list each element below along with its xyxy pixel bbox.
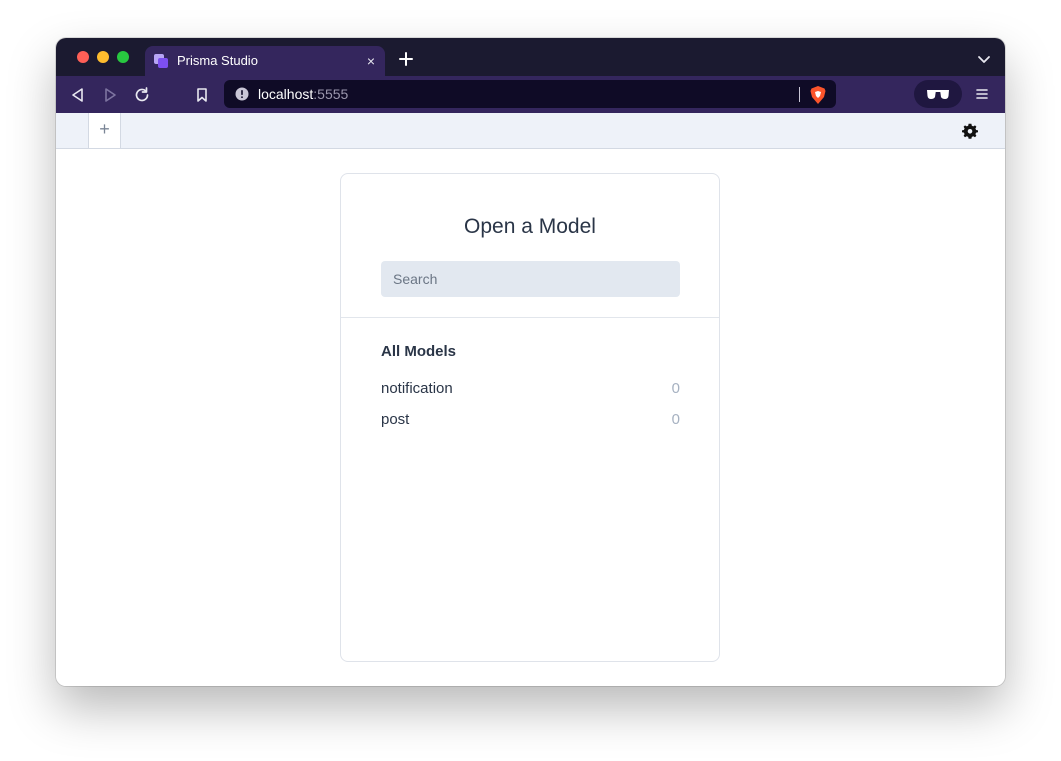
model-list: notification 0 post 0 <box>381 374 680 436</box>
browser-toolbar: localhost:5555 <box>56 76 1005 113</box>
browser-window: Prisma Studio × localhost:5555 + Open a … <box>56 38 1005 686</box>
close-window-button[interactable] <box>77 51 89 63</box>
brave-shield-icon[interactable] <box>809 85 827 105</box>
tab-title: Prisma Studio <box>177 53 258 68</box>
tab-strip: Prisma Studio × <box>56 38 1005 76</box>
tab-list-chevron-icon[interactable] <box>977 52 991 66</box>
url-text: localhost:5555 <box>258 86 348 102</box>
private-window-badge[interactable] <box>914 80 962 108</box>
model-name: post <box>381 411 410 428</box>
studio-header: + <box>56 113 1005 149</box>
url-port: :5555 <box>313 86 349 102</box>
url-separator <box>799 87 800 102</box>
tab-close-icon[interactable]: × <box>363 53 379 69</box>
prisma-studio-favicon-icon <box>154 54 168 68</box>
model-search-input[interactable] <box>381 261 680 297</box>
address-bar[interactable]: localhost:5555 <box>224 80 836 108</box>
zoom-window-button[interactable] <box>117 51 129 63</box>
reload-icon[interactable] <box>133 86 151 104</box>
studio-content: Open a Model All Models notification 0 p… <box>56 149 1005 686</box>
model-item-post[interactable]: post 0 <box>381 405 680 436</box>
bookmark-icon[interactable] <box>193 86 211 104</box>
private-glasses-icon <box>927 90 949 99</box>
card-title: Open a Model <box>464 215 596 238</box>
model-record-count: 0 <box>671 411 680 428</box>
url-host: localhost <box>258 86 314 102</box>
forward-arrow-icon[interactable] <box>101 86 119 104</box>
model-name: notification <box>381 380 453 397</box>
back-arrow-icon[interactable] <box>69 86 87 104</box>
open-model-card: Open a Model All Models notification 0 p… <box>340 173 720 662</box>
all-models-heading: All Models <box>381 343 457 360</box>
new-tab-plus-icon[interactable] <box>397 50 415 68</box>
card-divider <box>341 317 719 318</box>
gear-icon[interactable] <box>962 123 978 139</box>
add-studio-tab-button[interactable]: + <box>88 113 121 148</box>
model-item-notification[interactable]: notification 0 <box>381 374 680 405</box>
minimize-window-button[interactable] <box>97 51 109 63</box>
hamburger-menu-icon[interactable] <box>975 87 989 101</box>
browser-tab[interactable]: Prisma Studio × <box>145 46 385 76</box>
model-record-count: 0 <box>671 380 680 397</box>
site-info-icon[interactable] <box>235 87 249 101</box>
